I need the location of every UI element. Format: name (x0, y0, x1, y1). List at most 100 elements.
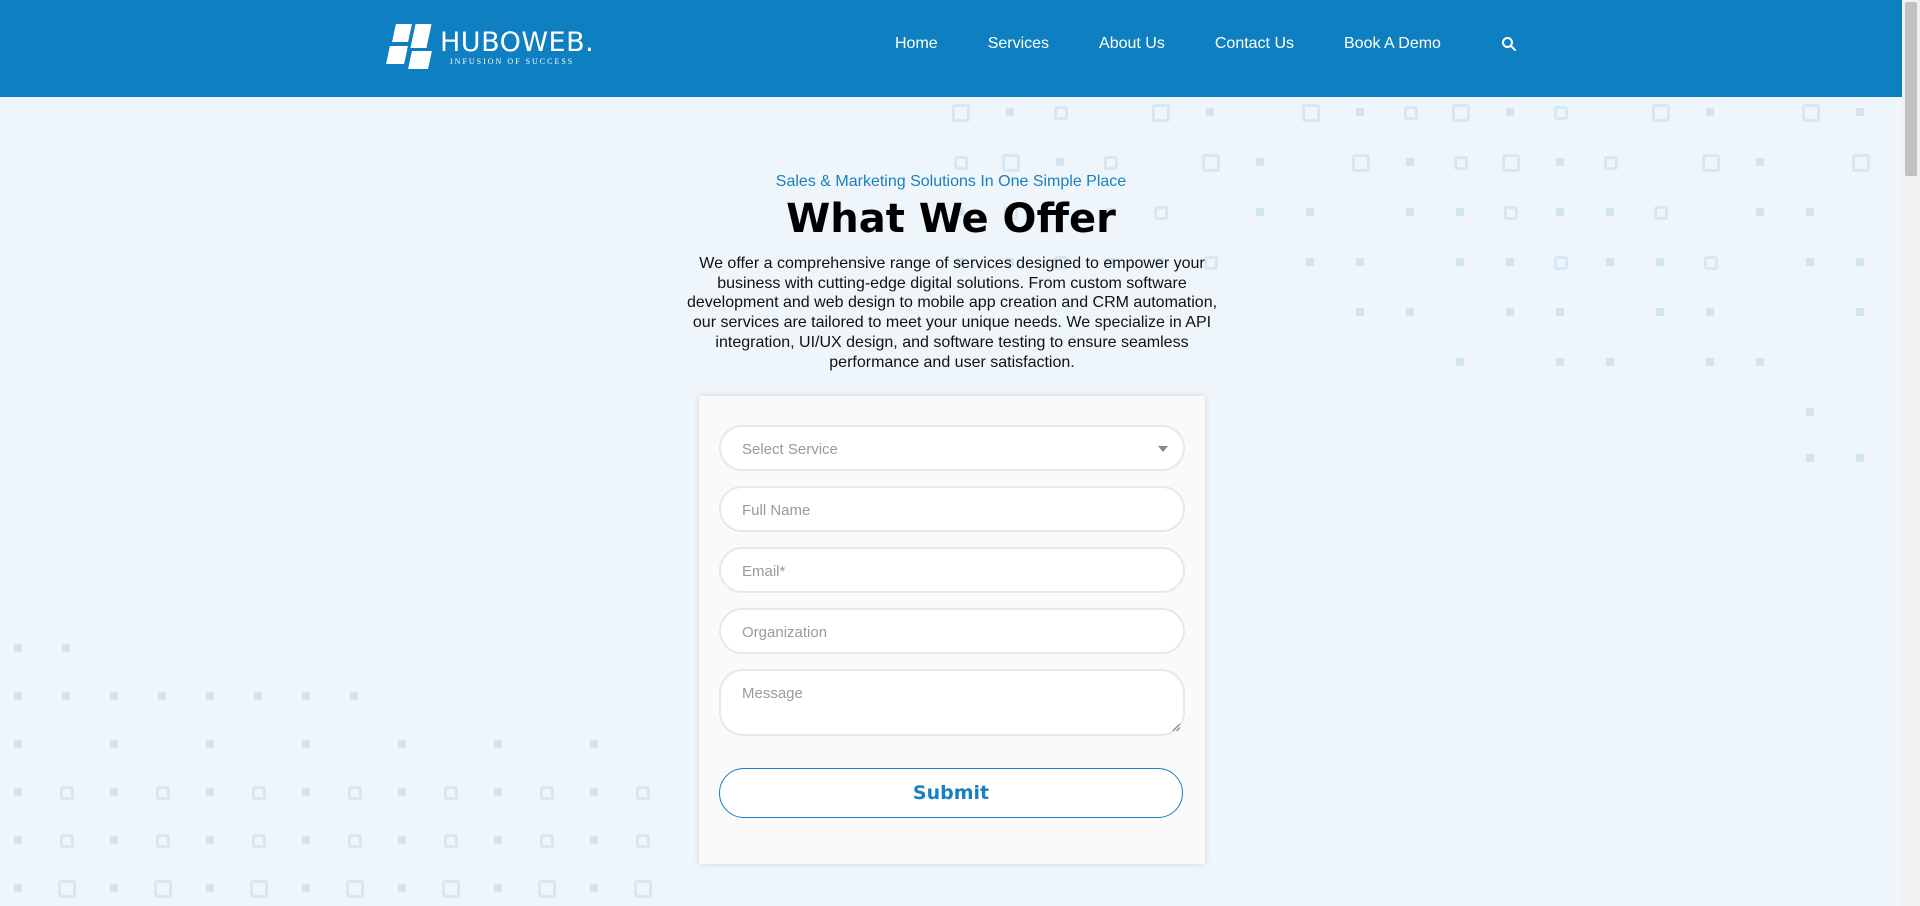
organization-placeholder: Organization (742, 624, 828, 641)
nav-about-us[interactable]: About Us (1099, 35, 1165, 53)
pattern-square (590, 884, 598, 892)
organization-input[interactable]: Organization (719, 608, 1185, 654)
pattern-square (494, 788, 502, 796)
pattern-square (1356, 308, 1364, 316)
pattern-square (1506, 308, 1514, 316)
pattern-square (636, 786, 650, 800)
scrollbar-thumb[interactable] (1905, 2, 1917, 176)
pattern-square (1856, 454, 1864, 462)
pattern-square (540, 786, 554, 800)
pattern-square (1456, 258, 1464, 266)
submit-button[interactable]: Submit (719, 768, 1183, 818)
pattern-square (206, 836, 214, 844)
pattern-square (1806, 258, 1814, 266)
pattern-square (590, 788, 598, 796)
pattern-square (1002, 154, 1020, 172)
pattern-square (540, 834, 554, 848)
pattern-square (1452, 104, 1470, 122)
pattern-square (206, 788, 214, 796)
pattern-square (60, 786, 74, 800)
pattern-square (14, 884, 22, 892)
logo[interactable]: HUBOWEB. INFUSION OF SUCCESS (386, 22, 594, 72)
section-eyebrow: Sales & Marketing Solutions In One Simpl… (775, 173, 1127, 190)
email-input[interactable]: Email* (719, 547, 1185, 593)
pattern-square (1856, 308, 1864, 316)
pattern-square (60, 834, 74, 848)
pattern-square (1656, 258, 1664, 266)
pattern-square (1302, 104, 1320, 122)
pattern-square (636, 834, 650, 848)
pattern-square (1404, 106, 1418, 120)
pattern-square (1556, 358, 1564, 366)
full-name-input[interactable]: Full Name (719, 486, 1185, 532)
pattern-square (110, 692, 118, 700)
pattern-square (158, 692, 166, 700)
pattern-square (62, 644, 70, 652)
pattern-square (1152, 104, 1170, 122)
email-placeholder: Email* (742, 563, 786, 580)
pattern-square (1556, 158, 1564, 166)
pattern-square (154, 880, 172, 898)
pattern-square (1406, 308, 1414, 316)
pattern-square (1206, 108, 1214, 116)
nav-book-a-demo[interactable]: Book A Demo (1344, 35, 1441, 53)
pattern-square (494, 884, 502, 892)
section-title: What We Offer (786, 196, 1116, 242)
pattern-square (110, 788, 118, 796)
pattern-square (252, 786, 266, 800)
pattern-square (1704, 256, 1718, 270)
pattern-square (58, 880, 76, 898)
pattern-square (206, 884, 214, 892)
pattern-square (302, 836, 310, 844)
contact-form: Select Service Full Name Email* Organiza… (699, 396, 1205, 864)
message-textarea[interactable]: Message (719, 669, 1185, 736)
service-select[interactable]: Select Service (719, 425, 1185, 471)
pattern-square (110, 836, 118, 844)
service-select-placeholder: Select Service (742, 441, 838, 458)
pattern-square (1706, 108, 1714, 116)
pattern-square (1554, 106, 1568, 120)
pattern-square (1606, 358, 1614, 366)
pattern-square (1006, 108, 1014, 116)
pattern-square (14, 788, 22, 796)
section-description: We offer a comprehensive range of servic… (686, 255, 1218, 371)
nav-home[interactable]: Home (895, 35, 938, 53)
pattern-square (590, 740, 598, 748)
pattern-square (252, 834, 266, 848)
pattern-square (14, 740, 22, 748)
pattern-square (1856, 108, 1864, 116)
scrollbar[interactable] (1902, 0, 1920, 906)
pattern-square (952, 104, 970, 122)
pattern-square (1356, 258, 1364, 266)
pattern-square (206, 740, 214, 748)
pattern-square (1706, 358, 1714, 366)
pattern-square (444, 786, 458, 800)
pattern-square (1802, 104, 1820, 122)
pattern-square (1506, 258, 1514, 266)
pattern-square (1506, 108, 1514, 116)
pattern-square (1806, 454, 1814, 462)
pattern-square (1806, 408, 1814, 416)
pattern-square (110, 740, 118, 748)
pattern-square (1856, 258, 1864, 266)
pattern-square (156, 786, 170, 800)
pattern-square (494, 836, 502, 844)
pattern-square (444, 834, 458, 848)
nav-contact-us[interactable]: Contact Us (1215, 35, 1294, 53)
pattern-square (1202, 154, 1220, 172)
pattern-square (398, 884, 406, 892)
pattern-square (1456, 358, 1464, 366)
pattern-square (1104, 156, 1118, 170)
search-icon[interactable] (1501, 36, 1517, 52)
pattern-square (350, 692, 358, 700)
pattern-square (1706, 308, 1714, 316)
pattern-square (1352, 154, 1370, 172)
pattern-square (14, 836, 22, 844)
pattern-square (302, 692, 310, 700)
pattern-square (1702, 154, 1720, 172)
resize-handle[interactable] (1172, 723, 1180, 731)
nav-services[interactable]: Services (988, 35, 1049, 53)
pattern-square (1556, 308, 1564, 316)
main-nav: Home Services About Us Contact Us Book A… (895, 35, 1491, 53)
pattern-square (1454, 156, 1468, 170)
